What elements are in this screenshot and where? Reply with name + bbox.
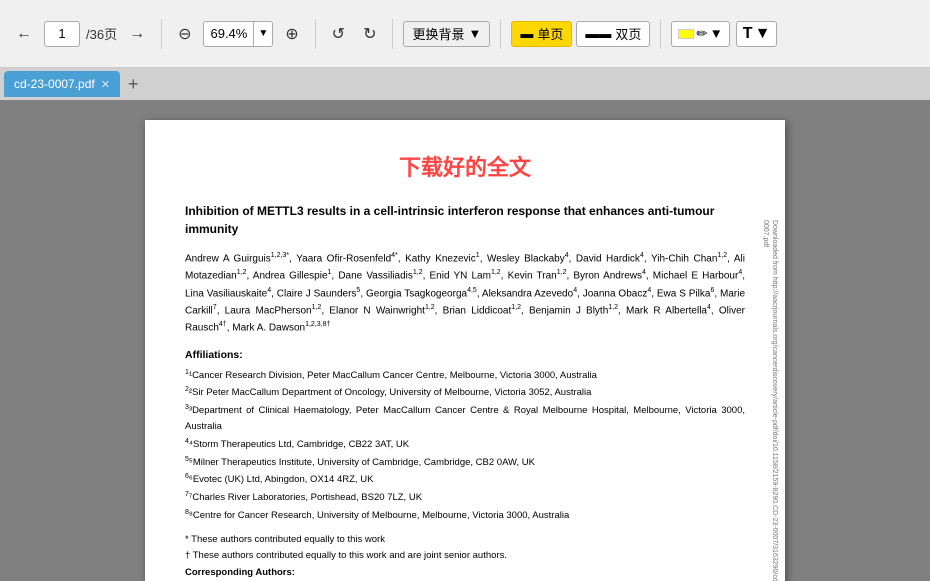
paper-title: Inhibition of METTL3 results in a cell-i… — [185, 202, 745, 238]
page-total: /36页 — [86, 24, 117, 43]
zoom-in-button[interactable]: ⊕ — [279, 20, 304, 48]
add-tab-button[interactable]: + — [124, 74, 143, 95]
note-2: † These authors contributed equally to t… — [185, 548, 745, 564]
side-text: Downloaded from http://aacrjournals.org/… — [761, 220, 779, 581]
highlight-color-swatch — [678, 29, 694, 39]
zoom-out-button[interactable]: ⊖ — [172, 20, 197, 48]
notes: * These authors contributed equally to t… — [185, 532, 745, 581]
zoom-dropdown[interactable]: ▼ — [254, 22, 272, 46]
divider-3 — [392, 19, 393, 49]
background-label: 更换背景 — [412, 24, 464, 43]
pdf-page: 下载好的全文 Inhibition of METTL3 results in a… — [145, 120, 785, 581]
single-page-button[interactable]: ▬ 单页 — [511, 21, 572, 47]
toolbar: ← /36页 → ⊖ 69.4% ▼ ⊕ ↺ ↻ 更换背景 ▼ ▬ 单页 ▬▬ … — [0, 0, 930, 68]
background-dropdown-icon: ▼ — [469, 26, 482, 41]
affil-item-3: 3³Department of Clinical Haematology, Pe… — [185, 402, 745, 435]
tab-label: cd-23-0007.pdf — [14, 77, 95, 91]
affil-item-2: 2²Sir Peter MacCallum Department of Onco… — [185, 384, 745, 401]
view-mode-group: ▬ 单页 ▬▬ 双页 — [511, 21, 650, 47]
highlight-icon: ✏ — [696, 26, 707, 42]
affiliations-list: 1¹Cancer Research Division, Peter MacCal… — [185, 367, 745, 524]
content-area: 下载好的全文 Inhibition of METTL3 results in a… — [0, 100, 930, 581]
divider-1 — [161, 19, 162, 49]
pdf-tab[interactable]: cd-23-0007.pdf ✕ — [4, 71, 120, 97]
forward-button[interactable]: → — [123, 21, 151, 47]
highlight-dropdown: ▼ — [710, 26, 723, 41]
rotate-right-button[interactable]: ↻ — [357, 20, 382, 48]
page-input[interactable] — [44, 21, 80, 47]
watermark-title: 下载好的全文 — [185, 150, 745, 182]
divider-4 — [500, 19, 501, 49]
zoom-box: 69.4% ▼ — [203, 21, 273, 47]
affil-item-7: 7⁷Charles River Laboratories, Portishead… — [185, 489, 745, 506]
note-1: * These authors contributed equally to t… — [185, 532, 745, 548]
affiliations-heading: Affiliations: — [185, 349, 745, 361]
tab-close-button[interactable]: ✕ — [101, 78, 110, 91]
tabbar: cd-23-0007.pdf ✕ + — [0, 68, 930, 100]
back-button[interactable]: ← — [10, 21, 38, 47]
divider-5 — [660, 19, 661, 49]
double-page-button[interactable]: ▬▬ 双页 — [576, 21, 650, 47]
corresponding-heading: Corresponding Authors: — [185, 565, 745, 581]
affil-item-4: 4⁴Storm Therapeutics Ltd, Cambridge, CB2… — [185, 436, 745, 453]
background-button[interactable]: 更换背景 ▼ — [403, 21, 490, 47]
double-page-label: 双页 — [615, 24, 641, 43]
affil-item-6: 6⁶Evotec (UK) Ltd, Abingdon, OX14 4RZ, U… — [185, 471, 745, 488]
affil-item-8: 8⁸Centre for Cancer Research, University… — [185, 507, 745, 524]
authors: Andrew A Guirguis1,2,3*, Yaara Ofir-Rose… — [185, 250, 745, 337]
affil-item-5: 5⁵Milner Therapeutics Institute, Univers… — [185, 454, 745, 471]
zoom-value: 69.4% — [204, 22, 254, 46]
double-page-icon: ▬▬ — [585, 26, 611, 41]
text-icon: T — [743, 25, 753, 43]
divider-2 — [315, 19, 316, 49]
text-tool-button[interactable]: T ▼ — [736, 21, 778, 47]
affil-item-1: 1¹Cancer Research Division, Peter MacCal… — [185, 367, 745, 384]
text-dropdown: ▼ — [755, 25, 771, 43]
single-page-label: 单页 — [537, 24, 563, 43]
single-page-icon: ▬ — [520, 26, 533, 41]
rotate-left-button[interactable]: ↺ — [326, 20, 351, 48]
highlight-button[interactable]: ✏ ▼ — [671, 21, 729, 47]
